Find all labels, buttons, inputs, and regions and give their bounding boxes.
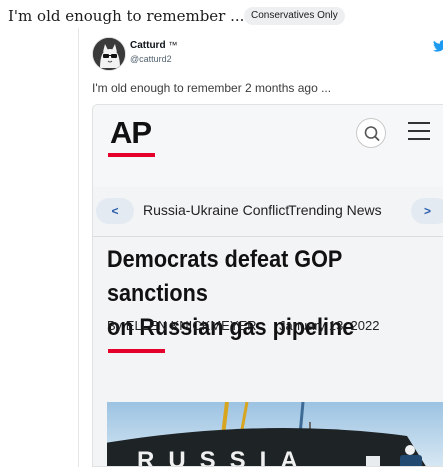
headline-line-1: Democrats defeat GOP sanctions — [107, 246, 342, 307]
nav-item-trending-news[interactable]: Trending News — [288, 202, 382, 218]
author-name-text: Catturd — [130, 40, 166, 51]
avatar[interactable] — [92, 37, 126, 71]
nav-prev-button[interactable]: < — [96, 198, 134, 224]
ap-header: AP — [93, 105, 443, 187]
cat-avatar-icon — [93, 38, 125, 70]
post-title[interactable]: I'm old enough to remember ... — [8, 7, 244, 25]
article-photo[interactable]: RUSSIA — [107, 402, 443, 467]
red-accent-bar — [108, 349, 165, 353]
author-handle[interactable]: @catturd2 — [130, 54, 172, 64]
trademark-symbol: ™ — [168, 40, 178, 50]
nav-item-russia-ukraine[interactable]: Russia-Ukraine Conflict — [143, 202, 289, 218]
logo-red-underline — [108, 153, 155, 157]
tweet-text: I'm old enough to remember 2 months ago … — [92, 81, 332, 95]
byline[interactable]: By ELLEN KNICKMEYER — [107, 318, 257, 333]
pipeline-photo-image: RUSSIA — [107, 402, 443, 467]
search-icon — [364, 126, 380, 141]
ap-logo[interactable]: AP — [110, 115, 152, 151]
author-name[interactable]: Catturd ™ — [130, 40, 177, 51]
nav-next-button[interactable]: > — [411, 198, 443, 224]
flair-badge[interactable]: Conservatives Only — [244, 7, 345, 25]
embedded-tweet[interactable]: Catturd ™ @catturd2 I'm old enough to re… — [78, 28, 443, 467]
topic-nav: < Russia-Ukraine Conflict Trending News … — [93, 187, 443, 237]
twitter-bird-icon[interactable] — [433, 40, 443, 52]
hamburger-menu-icon[interactable] — [408, 122, 430, 142]
article-screenshot[interactable]: AP < Russia-Ukraine Conflict Trending Ne… — [92, 104, 443, 467]
search-button[interactable] — [356, 118, 386, 148]
dateline: January 13, 2022 — [279, 318, 380, 333]
nav-divider — [93, 236, 443, 237]
photo-text-russia: RUSSIA — [137, 447, 312, 467]
